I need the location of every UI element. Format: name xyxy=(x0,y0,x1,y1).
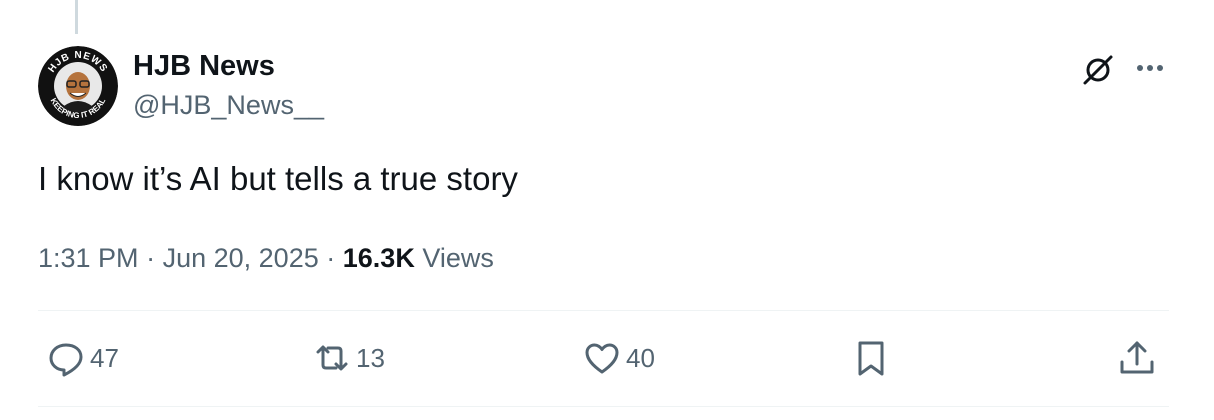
grok-icon[interactable] xyxy=(1080,52,1116,88)
display-name[interactable]: HJB News xyxy=(133,48,324,84)
repost-button[interactable]: 13 xyxy=(312,338,385,378)
repost-icon xyxy=(316,345,348,371)
views-label: Views xyxy=(422,243,494,273)
reply-button[interactable]: 47 xyxy=(46,338,119,378)
share-button[interactable] xyxy=(1117,338,1157,378)
bookmark-icon xyxy=(858,341,884,376)
user-handle[interactable]: @HJB_News__ xyxy=(133,88,324,122)
like-count: 40 xyxy=(626,343,655,373)
thread-connector-line xyxy=(75,0,78,34)
reply-count: 47 xyxy=(90,343,119,373)
avatar-logo-image: HJB NEWS KEEPING IT REAL xyxy=(38,46,118,126)
avatar[interactable]: HJB NEWS KEEPING IT REAL xyxy=(38,46,118,126)
tweet-date[interactable]: Jun 20, 2025 xyxy=(163,243,319,273)
tweet-time[interactable]: 1:31 PM xyxy=(38,243,139,273)
divider-bottom xyxy=(38,406,1169,407)
repost-count: 13 xyxy=(356,343,385,373)
views-count: 16.3K xyxy=(342,243,415,273)
tweet-meta: 1:31 PM · Jun 20, 2025 · 16.3K Views xyxy=(38,240,494,276)
tweet-text: I know it’s AI but tells a true story xyxy=(38,160,518,197)
more-dots-icon[interactable] xyxy=(1132,56,1168,80)
tweet-card: HJB NEWS KEEPING IT REAL HJB News @HJB_N… xyxy=(0,0,1214,420)
share-icon xyxy=(1120,341,1154,374)
heart-icon xyxy=(585,343,619,374)
author-block: HJB News @HJB_News__ xyxy=(133,48,324,122)
meta-separator: · xyxy=(326,243,336,273)
bookmark-button[interactable] xyxy=(851,338,891,378)
meta-separator: · xyxy=(146,243,156,273)
divider-top xyxy=(38,310,1169,311)
reply-icon xyxy=(49,343,83,377)
like-button[interactable]: 40 xyxy=(582,338,655,378)
